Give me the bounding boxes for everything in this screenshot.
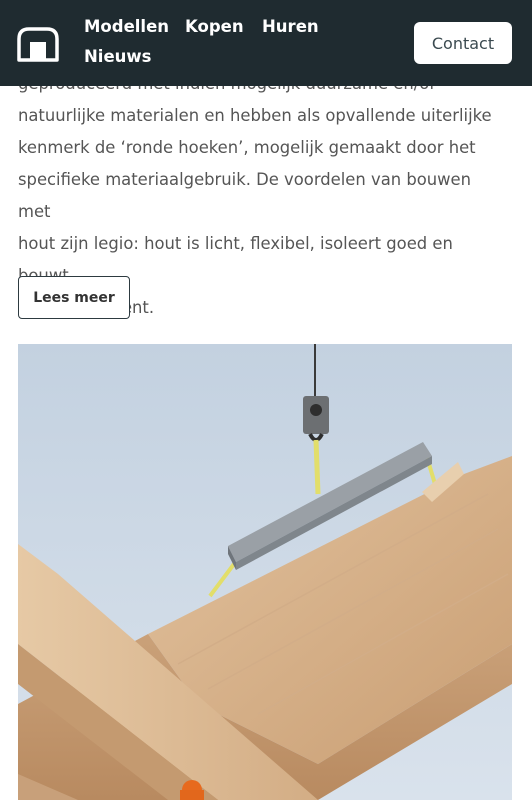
contact-button[interactable]: Contact [414, 22, 512, 64]
main-content: geproduceerd met indien mogelijk duurzam… [0, 0, 532, 800]
nav-link-kopen[interactable]: Kopen [185, 17, 244, 36]
article-line: natuurlijke materialen en hebben als opv… [18, 106, 492, 125]
construction-photo [18, 344, 512, 800]
nav-link-modellen[interactable]: Modellen [84, 17, 169, 36]
article-line: kenmerk de ‘ronde hoeken’, mogelijk gema… [18, 138, 476, 157]
nav-link-huren[interactable]: Huren [262, 17, 319, 36]
article-line: specifieke materiaalgebruik. De voordele… [18, 170, 472, 221]
nav-link-nieuws[interactable]: Nieuws [84, 47, 151, 66]
house-outline-icon[interactable] [16, 22, 60, 62]
top-navbar: Modellen Kopen Huren Nieuws Contact [0, 0, 532, 86]
read-more-button[interactable]: Lees meer [18, 276, 130, 319]
